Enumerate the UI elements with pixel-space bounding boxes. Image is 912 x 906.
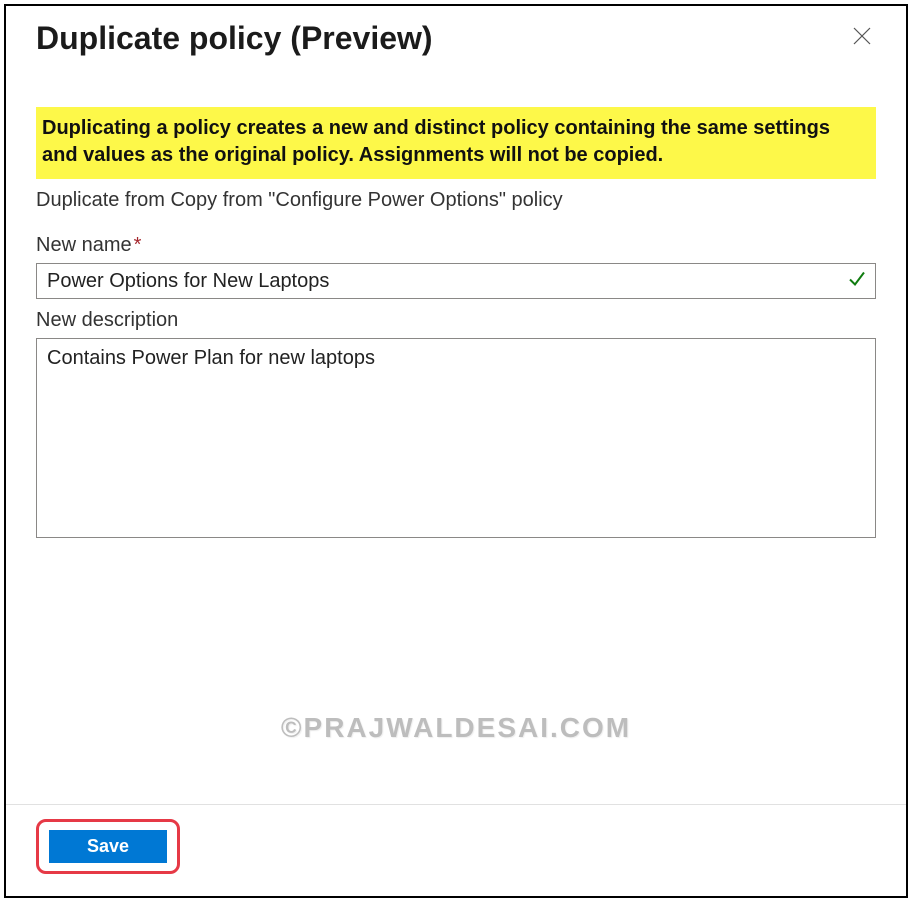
new-name-input[interactable] (36, 263, 876, 299)
duplicate-policy-panel: Duplicate policy (Preview) Duplicating a… (4, 4, 908, 898)
panel-title: Duplicate policy (Preview) (36, 20, 433, 57)
new-description-input[interactable] (36, 338, 876, 538)
close-icon (853, 27, 871, 50)
save-button[interactable]: Save (49, 830, 167, 863)
new-name-label-text: New name (36, 234, 132, 256)
new-description-label: New description (36, 309, 876, 332)
save-button-highlight: Save (36, 819, 180, 874)
duplicate-source-text: Duplicate from Copy from "Configure Powe… (36, 189, 876, 212)
panel-header: Duplicate policy (Preview) (6, 6, 906, 67)
new-name-field-wrap (36, 263, 876, 299)
panel-footer: Save (6, 804, 906, 896)
checkmark-icon (848, 270, 866, 293)
panel-content: Duplicating a policy creates a new and d… (6, 67, 906, 804)
info-banner: Duplicating a policy creates a new and d… (36, 107, 876, 179)
required-indicator: * (134, 234, 142, 256)
new-name-label: New name* (36, 234, 876, 257)
watermark-text: ©PRAJWALDESAI.COM (6, 712, 906, 744)
close-button[interactable] (848, 25, 876, 53)
